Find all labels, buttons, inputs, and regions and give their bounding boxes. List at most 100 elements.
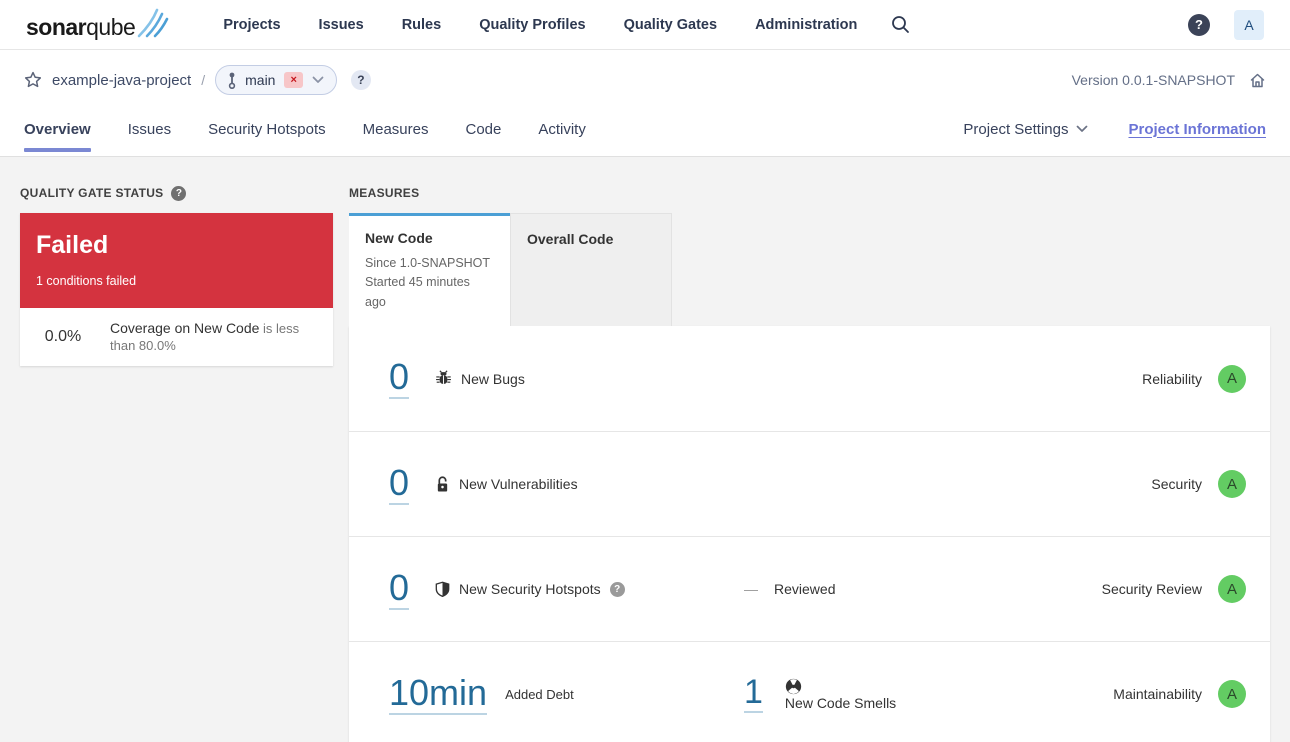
tab-overall-code[interactable]: Overall Code	[510, 213, 672, 327]
maintainability-rating-badge: A	[1218, 680, 1246, 709]
security-label: Security	[1151, 476, 1202, 493]
hotspots-label-group: New Security Hotspots ?	[435, 581, 625, 598]
nav-item-issues[interactable]: Issues	[319, 17, 364, 33]
logo-text-light: qube	[86, 14, 136, 40]
project-version: Version 0.0.1-SNAPSHOT	[1071, 72, 1235, 88]
code-smells-label-group: New Code Smells	[785, 678, 896, 711]
hotspots-left: 0 New Security Hotspots ?	[389, 568, 744, 610]
code-smells-group: 1 New Code Smells	[744, 674, 896, 714]
failed-condition-row[interactable]: 0.0% Coverage on New Code is less than 8…	[20, 308, 333, 366]
project-tabs: Overview Issues Security Hotspots Measur…	[0, 102, 1290, 156]
bug-icon	[435, 370, 452, 387]
measure-row-bugs: 0 New Bugs Reliability A	[349, 326, 1270, 431]
quality-gate-panel: QUALITY GATE STATUS ? Failed 1 condition…	[20, 185, 333, 742]
new-code-started: Started 45 minutes ago	[365, 275, 470, 309]
new-vulnerabilities-count[interactable]: 0	[389, 463, 410, 505]
chevron-down-icon	[1077, 125, 1088, 132]
maintainability-label: Maintainability	[1113, 686, 1202, 703]
top-navbar: sonarqube Projects Issues Rules Quality …	[0, 0, 1290, 50]
measures-tabs: New Code Since 1.0-SNAPSHOT Started 45 m…	[349, 213, 1270, 327]
lock-icon	[435, 476, 450, 493]
chevron-down-icon	[312, 76, 324, 84]
tab-issues[interactable]: Issues	[128, 102, 171, 156]
new-hotspots-count[interactable]: 0	[389, 568, 410, 610]
nav-item-administration[interactable]: Administration	[755, 17, 857, 33]
measure-row-hotspots: 0 New Security Hotspots ? — Reviewed Sec…	[349, 536, 1270, 641]
new-code-smells-count[interactable]: 1	[744, 674, 763, 714]
favorite-star-icon[interactable]	[24, 71, 42, 89]
tab-overview[interactable]: Overview	[24, 102, 91, 156]
added-debt-label: Added Debt	[505, 686, 574, 702]
tab-new-code[interactable]: New Code Since 1.0-SNAPSHOT Started 45 m…	[349, 213, 510, 327]
hotspots-rating: Security Review A	[1101, 575, 1246, 604]
vulnerabilities-rating: Security A	[1151, 470, 1246, 499]
vulnerabilities-label-group: New Vulnerabilities	[435, 476, 578, 493]
new-vulnerabilities-label: New Vulnerabilities	[459, 476, 578, 493]
bugs-left: 0 New Bugs	[389, 358, 744, 400]
project-settings-label: Project Settings	[963, 120, 1069, 138]
measures-heading: MEASURES	[349, 186, 420, 200]
project-tabs-right: Project Settings Project Information	[963, 121, 1266, 138]
project-name-link[interactable]: example-java-project	[52, 72, 191, 89]
main-nav: Projects Issues Rules Quality Profiles Q…	[223, 17, 857, 33]
code-smell-icon	[785, 678, 896, 695]
measure-row-vulnerabilities: 0 New Vulnerabilities Security A	[349, 431, 1270, 536]
measures-heading-row: MEASURES	[349, 185, 1270, 201]
reviewed-value-dash: —	[744, 581, 758, 598]
user-avatar[interactable]: A	[1234, 9, 1264, 40]
breadcrumb-right: Version 0.0.1-SNAPSHOT	[1072, 72, 1266, 89]
branch-icon	[228, 72, 236, 89]
measures-card: 0 New Bugs Reliability A 0 New Vulnerabi…	[349, 326, 1270, 742]
reliability-label: Reliability	[1142, 370, 1202, 387]
tab-new-code-subtitle: Since 1.0-SNAPSHOT Started 45 minutes ag…	[365, 254, 494, 312]
search-icon[interactable]	[891, 15, 910, 34]
security-review-label: Security Review	[1101, 581, 1202, 598]
branch-help-icon[interactable]: ?	[350, 70, 371, 90]
tab-measures[interactable]: Measures	[363, 102, 429, 156]
tab-activity[interactable]: Activity	[538, 102, 586, 156]
nav-item-quality-gates[interactable]: Quality Gates	[624, 17, 717, 33]
added-debt-value[interactable]: 10min	[389, 673, 488, 715]
nav-item-quality-profiles[interactable]: Quality Profiles	[479, 17, 585, 33]
new-code-smells-label: New Code Smells	[784, 694, 897, 711]
condition-value: 0.0%	[44, 327, 82, 345]
tab-overall-code-label: Overall Code	[527, 231, 614, 247]
branch-selector[interactable]: main ×	[215, 65, 337, 95]
nav-item-projects[interactable]: Projects	[223, 17, 280, 33]
logo-text-bold: sonar	[26, 14, 87, 40]
hotspots-reviewed: — Reviewed	[744, 581, 835, 597]
new-bugs-count[interactable]: 0	[389, 358, 410, 400]
project-settings-dropdown[interactable]: Project Settings	[963, 121, 1088, 138]
tab-code[interactable]: Code	[465, 102, 501, 156]
quality-gate-help-icon[interactable]: ?	[171, 185, 187, 201]
tab-security-hotspots[interactable]: Security Hotspots	[208, 102, 326, 156]
debt-left: 10min Added Debt	[389, 673, 744, 715]
vulnerabilities-left: 0 New Vulnerabilities	[389, 463, 744, 505]
condition-metric: Coverage on New Code	[110, 320, 260, 336]
bugs-rating: Reliability A	[1142, 364, 1246, 393]
home-icon[interactable]	[1249, 72, 1266, 89]
project-header: example-java-project / main × ? Version …	[0, 50, 1290, 157]
overview-content: QUALITY GATE STATUS ? Failed 1 condition…	[0, 157, 1290, 742]
branch-failed-badge[interactable]: ×	[284, 72, 303, 88]
hotspots-help-icon[interactable]: ?	[609, 581, 625, 597]
breadcrumb-separator: /	[201, 72, 206, 88]
quality-gate-status: Failed	[36, 231, 109, 259]
project-information-link[interactable]: Project Information	[1128, 121, 1266, 138]
reviewed-label: Reviewed	[774, 581, 836, 598]
tab-new-code-label: New Code	[365, 230, 433, 246]
quality-gate-heading: QUALITY GATE STATUS	[20, 186, 164, 200]
topbar-right: ? A	[1188, 9, 1264, 40]
security-rating-badge: A	[1218, 470, 1246, 499]
condition-text: Coverage on New Code is less than 80.0%	[110, 320, 319, 354]
nav-item-rules[interactable]: Rules	[402, 17, 442, 33]
help-icon[interactable]: ?	[1188, 13, 1210, 36]
new-code-since: Since 1.0-SNAPSHOT	[365, 256, 491, 270]
sonarqube-logo[interactable]: sonarqube	[26, 8, 171, 41]
branch-name: main	[245, 72, 276, 88]
maintainability-rating: Maintainability A	[1113, 680, 1246, 709]
security-review-rating-badge: A	[1218, 575, 1246, 604]
quality-gate-heading-row: QUALITY GATE STATUS ?	[20, 185, 333, 201]
quality-gate-status-card: Failed 1 conditions failed	[20, 213, 333, 308]
measure-row-code-smells: 10min Added Debt 1 New Code Smells Maint…	[349, 641, 1270, 742]
